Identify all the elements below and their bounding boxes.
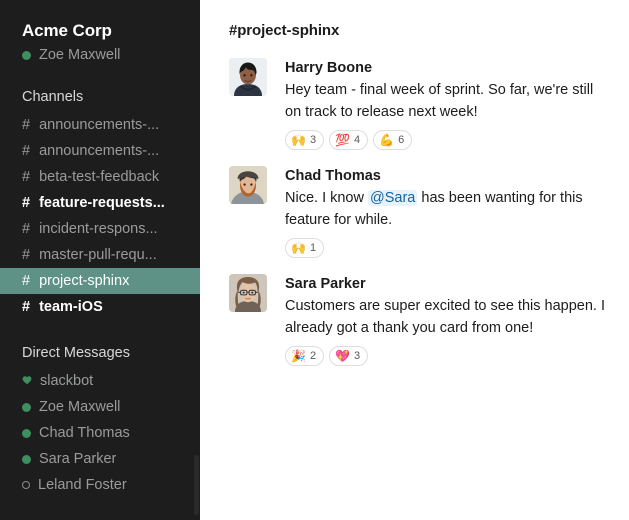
- raised-hands-emoji: 🙌: [291, 241, 306, 255]
- message-author[interactable]: Sara Parker: [285, 274, 611, 294]
- sidebar-channel-announcements[interactable]: # announcements-...: [0, 112, 200, 138]
- channels-section: Channels # announcements-... # announcement…: [0, 86, 200, 320]
- current-user-name: Zoe Maxwell: [39, 47, 121, 63]
- sparkling-heart-emoji: 💖: [335, 349, 351, 363]
- hash-icon: #: [22, 143, 31, 159]
- raised-hands-emoji: 🙌: [291, 133, 306, 147]
- party-popper-emoji: 🎉: [291, 349, 306, 363]
- hash-icon: #: [22, 247, 31, 263]
- presence-online-icon: [22, 402, 31, 412]
- message-author[interactable]: Chad Thomas: [285, 166, 611, 186]
- reaction-bar: 🙌 1: [285, 238, 611, 258]
- message: Harry Boone Hey team - final week of spri…: [229, 58, 611, 150]
- sidebar-scrollbar[interactable]: [194, 455, 199, 515]
- channel-label: feature-requests...: [39, 195, 165, 211]
- reaction-count: 2: [309, 350, 317, 362]
- dm-label: Leland Foster: [38, 477, 127, 493]
- harry-boone-avatar[interactable]: [229, 58, 267, 96]
- reaction-bar: 🎉 2 💖 3: [285, 346, 611, 366]
- sara-parker-avatar[interactable]: [229, 274, 267, 312]
- presence-away-icon: [22, 481, 30, 489]
- message-body: Harry Boone Hey team - final week of spri…: [285, 58, 611, 150]
- message-text-part: Hey team - final week of sprint. So far,…: [285, 82, 594, 120]
- sidebar-dm-zoe-maxwell[interactable]: Zoe Maxwell: [0, 394, 200, 420]
- reaction-pill[interactable]: 💪 6: [373, 130, 413, 150]
- reaction-pill[interactable]: 💯 4: [329, 130, 369, 150]
- sidebar-dm-chad-thomas[interactable]: Chad Thomas: [0, 420, 200, 446]
- sidebar-dm-sara-parker[interactable]: Sara Parker: [0, 446, 200, 472]
- reaction-count: 3: [309, 134, 317, 146]
- message-text-part: Nice. I know: [285, 190, 368, 206]
- reaction-pill[interactable]: 🙌 3: [285, 130, 325, 150]
- hash-icon: #: [22, 117, 31, 133]
- channel-list: # announcements-... # announcements-... # bet…: [0, 112, 200, 320]
- channel-label: incident-respons...: [39, 221, 158, 237]
- workspace-header[interactable]: Acme Corp Zoe Maxwell: [0, 20, 200, 64]
- message-text: Nice. I know @Sara has been wanting for …: [285, 187, 605, 231]
- dm-label: Sara Parker: [39, 451, 117, 467]
- presence-online-icon: [22, 428, 31, 438]
- current-user-row[interactable]: Zoe Maxwell: [22, 46, 200, 64]
- dm-label: Chad Thomas: [39, 425, 130, 441]
- reaction-count: 4: [354, 134, 361, 146]
- channel-label: project-sphinx: [39, 273, 130, 289]
- flexed-biceps-emoji: 💪: [379, 133, 395, 147]
- message-body: Sara Parker Customers are super excited t…: [285, 274, 611, 366]
- dm-list: slackbot Zoe Maxwell Chad Thomas Sara Parke…: [0, 368, 200, 498]
- message-text: Hey team - final week of sprint. So far,…: [285, 79, 605, 123]
- channel-label: beta-test-feedback: [39, 169, 160, 185]
- message: Sara Parker Customers are super excited t…: [229, 274, 611, 366]
- dms-section: Direct Messages slackbot Zoe Maxwell Chad …: [0, 342, 200, 498]
- sidebar-channel-team-ios[interactable]: # team-iOS: [0, 294, 200, 320]
- main-content: #project-sphinx Harry Boone Hey team - fi…: [200, 0, 629, 520]
- sidebar-channel-project-sphinx[interactable]: # project-sphinx: [0, 268, 200, 294]
- hash-icon: #: [22, 169, 31, 185]
- reaction-bar: 🙌 3 💯 4 💪 6: [285, 130, 611, 150]
- reaction-pill[interactable]: 🎉 2: [285, 346, 325, 366]
- dm-label: slackbot: [40, 373, 94, 389]
- dm-label: Zoe Maxwell: [39, 399, 121, 415]
- reaction-count: 1: [309, 242, 317, 254]
- sidebar-channel-feature-requests[interactable]: # feature-requests...: [0, 190, 200, 216]
- reaction-pill[interactable]: 💖 3: [329, 346, 369, 366]
- message-text: Customers are super excited to see this …: [285, 295, 605, 339]
- channel-header: #project-sphinx: [200, 0, 629, 40]
- presence-online-icon: [22, 454, 31, 464]
- message: Chad Thomas Nice. I know @Sara has been w…: [229, 166, 611, 258]
- message-author[interactable]: Harry Boone: [285, 58, 611, 78]
- sidebar-dm-slackbot[interactable]: slackbot: [0, 368, 200, 394]
- sidebar-dm-leland-foster[interactable]: Leland Foster: [0, 472, 200, 498]
- sidebar-channel-beta-test-feedback[interactable]: # beta-test-feedback: [0, 164, 200, 190]
- channel-label: announcements-...: [39, 117, 160, 133]
- message-body: Chad Thomas Nice. I know @Sara has been w…: [285, 166, 611, 258]
- channel-label: announcements-...: [39, 143, 160, 159]
- sidebar-channel-incident-respons[interactable]: # incident-respons...: [0, 216, 200, 242]
- chad-thomas-avatar[interactable]: [229, 166, 267, 204]
- slack-app-window: Acme Corp Zoe Maxwell Channels # announce…: [0, 0, 629, 520]
- message-text-part: Customers are super excited to see this …: [285, 298, 605, 336]
- reaction-pill[interactable]: 🙌 1: [285, 238, 325, 258]
- channel-title: #project-sphinx: [229, 22, 340, 39]
- sidebar-channel-announcements[interactable]: # announcements-...: [0, 138, 200, 164]
- reaction-count: 3: [354, 350, 361, 362]
- user-mention-link[interactable]: @Sara: [368, 190, 418, 206]
- presence-online-icon: [22, 50, 31, 60]
- hash-icon: #: [22, 221, 31, 237]
- hundred-points-emoji: 💯: [335, 133, 351, 147]
- hash-icon: #: [22, 299, 31, 315]
- presence-heart-icon: [22, 375, 32, 385]
- sidebar-channel-master-pull-requ[interactable]: # master-pull-requ...: [0, 242, 200, 268]
- hash-icon: #: [22, 273, 31, 289]
- sidebar: Acme Corp Zoe Maxwell Channels # announce…: [0, 0, 200, 520]
- dms-section-header[interactable]: Direct Messages: [0, 342, 200, 364]
- channel-label: master-pull-requ...: [39, 247, 157, 263]
- message-list: Harry Boone Hey team - final week of spri…: [200, 40, 629, 366]
- channels-section-header[interactable]: Channels: [0, 86, 200, 108]
- reaction-count: 6: [398, 134, 405, 146]
- workspace-name: Acme Corp: [22, 21, 112, 40]
- channel-label: team-iOS: [39, 299, 103, 315]
- hash-icon: #: [22, 195, 31, 211]
